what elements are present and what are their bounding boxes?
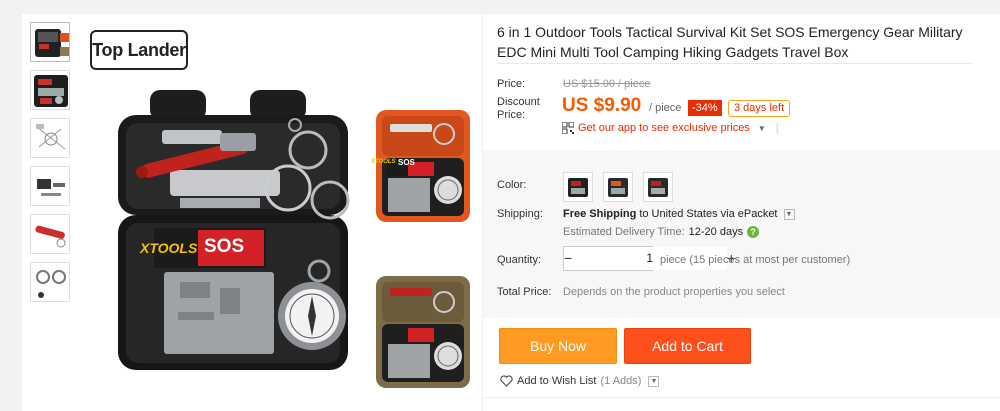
original-price: US $15.00 / piece [563,78,651,90]
quantity-stepper: − + [563,246,735,271]
free-shipping-text: Free Shipping [563,208,637,220]
delivery-estimate: Estimated Delivery Time: 12-20 days ? [563,226,760,238]
brand-logo: Top Lander [90,30,188,70]
sos-label-small: SOS [398,158,415,167]
chevron-down-icon[interactable]: ▼ [648,375,660,387]
quantity-label: Quantity: [497,254,542,266]
qr-code-icon [562,122,574,134]
add-to-cart-button[interactable]: Add to Cart [624,328,751,364]
days-left-badge: 3 days left [728,100,791,117]
sos-label: SOS [204,236,245,257]
price-unit: / piece [649,102,682,114]
app-promo[interactable]: Get our app to see exclusive prices ▼ | [562,122,779,134]
xtools-label-small: XTOOLS [371,159,396,165]
price-label: Price: [497,78,526,90]
app-promo-text: Get our app to see exclusive prices [578,122,750,134]
total-price-label: Total Price: [497,286,552,298]
delivery-days: 12-20 days [688,226,744,238]
buy-now-button[interactable]: Buy Now [499,328,617,364]
thumbnail-kit-black-items[interactable] [30,70,70,110]
color-label: Color: [497,179,527,191]
shipping-destination: United States via ePacket [651,208,778,220]
title-divider [497,63,973,64]
shipping-info[interactable]: Free Shipping to United States via ePack… [563,208,795,220]
discount-badge: -34% [688,100,722,116]
total-price-note: Depends on the product properties you se… [563,286,785,298]
quantity-note: piece (15 pieces at most per customer) [660,254,851,266]
add-to-wishlist[interactable]: Add to Wish List (1 Adds) ▼ [500,375,660,387]
wishlist-divider [483,397,1000,398]
thumbnail-kit-wire-saw[interactable] [30,262,70,302]
shipping-label: Shipping: [497,208,543,220]
product-panel: Top Lander XTOOLS SOS XTOOLS SOS 6 in 1 … [22,14,1000,411]
product-title: 6 in 1 Outdoor Tools Tactical Survival K… [497,24,963,60]
wishlist-count: (1 Adds) [600,375,642,387]
thumbnail-kit-tools-laid-out[interactable] [30,166,70,206]
thumbnail-kit-whistle[interactable] [30,214,70,254]
color-swatch-black-kit[interactable] [563,172,593,202]
thumbnail-list [30,22,72,310]
divider-bar: | [775,122,779,134]
page-background: Top Lander XTOOLS SOS XTOOLS SOS 6 in 1 … [0,0,1000,411]
color-swatch-orange-kit[interactable] [603,172,633,202]
discount-price-label: Discount Price: [497,96,540,121]
thumbnail-kit-diagram[interactable] [30,118,70,158]
delivery-label: Estimated Delivery Time: [563,226,685,238]
product-info: 6 in 1 Outdoor Tools Tactical Survival K… [482,14,1000,411]
help-icon[interactable]: ? [747,226,760,238]
color-swatch-khaki-kit[interactable] [643,172,673,202]
main-product-image[interactable]: Top Lander XTOOLS SOS XTOOLS SOS [80,20,480,405]
chevron-down-icon[interactable]: ▼ [783,208,795,220]
heart-icon [500,375,513,387]
brand-logo-text: Top Lander [92,39,186,60]
discount-price: US $9.90 [562,95,642,116]
shipping-to-text: to [639,208,649,220]
quantity-decrease-button[interactable]: − [564,247,572,270]
xtools-label: XTOOLS [140,240,198,256]
wishlist-text: Add to Wish List [517,375,597,387]
chevron-down-icon: ▼ [757,123,766,133]
thumbnail-kit-black-open[interactable] [30,22,70,62]
